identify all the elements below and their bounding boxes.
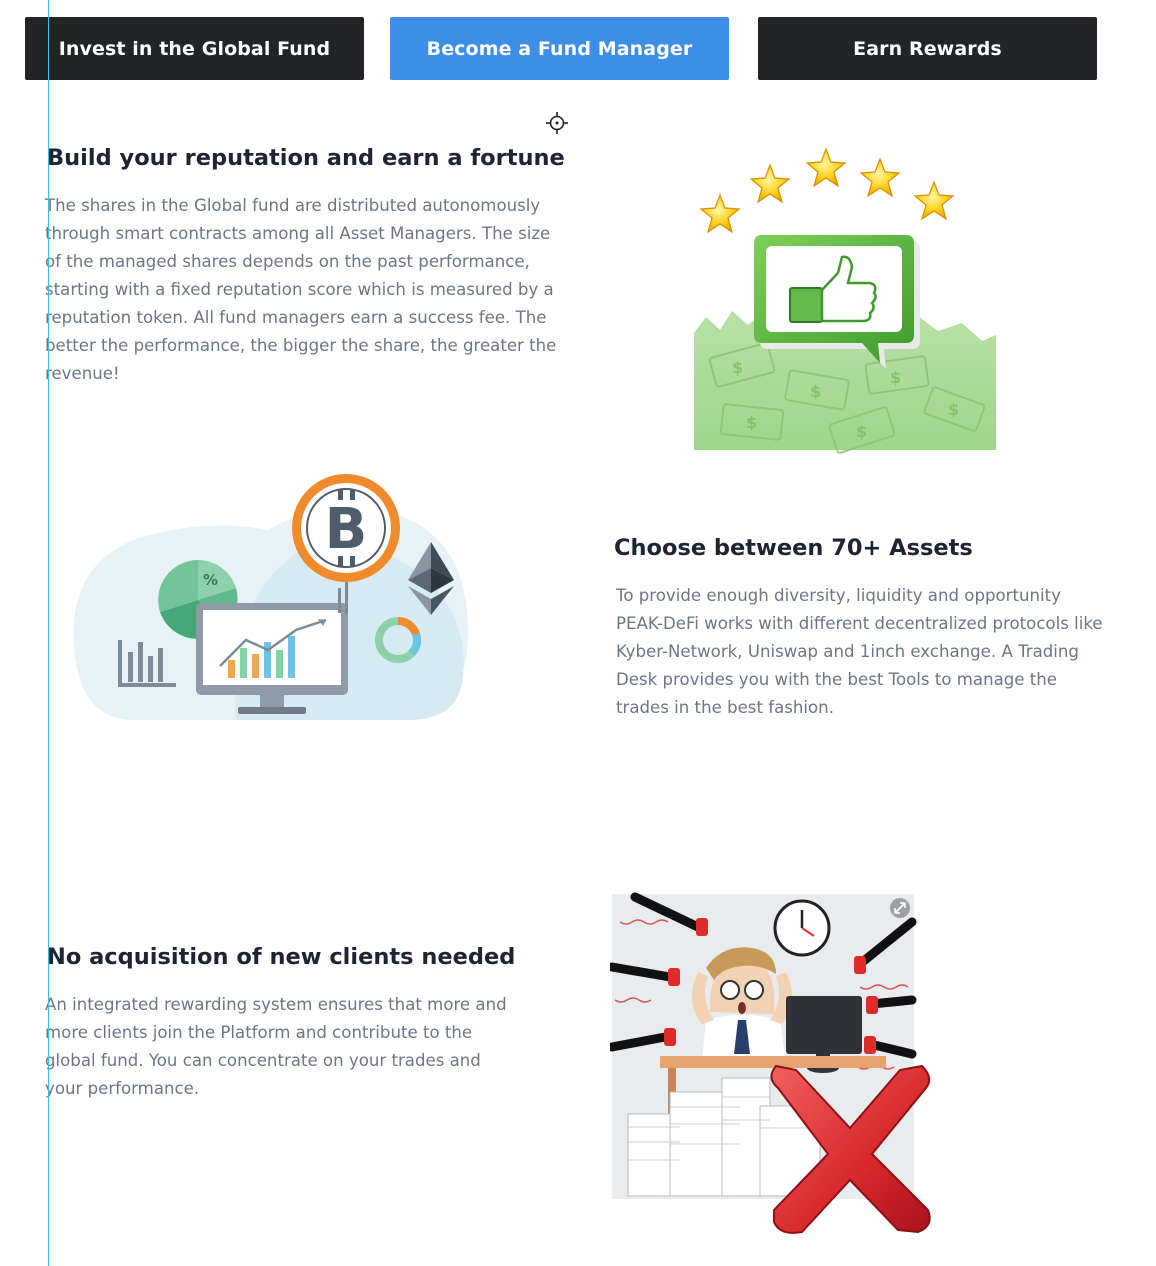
rating-thumbs-up-illustration: $ $ $ $ $ $	[694, 147, 996, 454]
tab-invest-global-fund[interactable]: Invest in the Global Fund	[25, 17, 364, 80]
svg-text:%: %	[203, 571, 218, 589]
clients-paragraph: An integrated rewarding system ensures t…	[45, 995, 507, 1098]
crosshair-cursor-icon	[546, 112, 568, 134]
reputation-heading: Build your reputation and earn a fortune	[47, 145, 565, 171]
tab-earn-rewards[interactable]: Earn Rewards	[758, 17, 1097, 80]
crypto-trading-illustration: % B	[73, 474, 469, 720]
tab-become-fund-manager[interactable]: Become a Fund Manager	[390, 17, 729, 80]
svg-text:$: $	[810, 382, 821, 401]
reputation-paragraph: The shares in the Global fund are distri…	[45, 196, 557, 383]
stressed-manager-illustration	[610, 892, 931, 1234]
svg-text:$: $	[856, 422, 867, 441]
svg-text:$: $	[746, 413, 757, 432]
svg-text:B: B	[325, 497, 368, 562]
expand-icon	[890, 898, 910, 918]
clock-icon	[773, 899, 831, 957]
svg-text:$: $	[948, 400, 959, 419]
assets-heading: Choose between 70+ Assets	[614, 535, 973, 561]
layout-guide-line	[48, 0, 49, 1266]
clients-heading: No acquisition of new clients needed	[47, 944, 516, 970]
svg-text:$: $	[890, 368, 901, 387]
five-stars-icon	[699, 147, 955, 234]
assets-paragraph: To provide enough diversity, liquidity a…	[616, 586, 1103, 717]
svg-text:$: $	[732, 358, 743, 377]
